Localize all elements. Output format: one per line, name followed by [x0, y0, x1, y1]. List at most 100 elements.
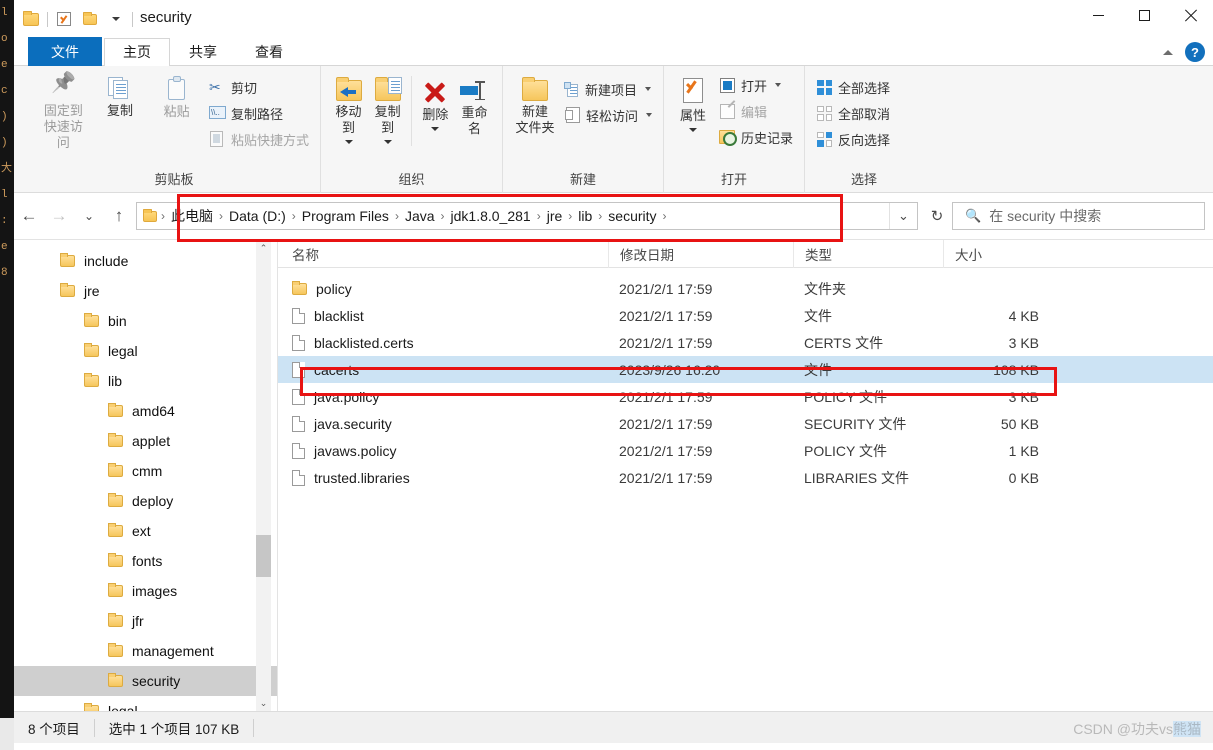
column-header-size[interactable]: 大小 [943, 239, 1053, 268]
breadcrumb-item[interactable]: jdk1.8.0_281 [446, 208, 536, 224]
breadcrumb-separator[interactable]: › [662, 209, 668, 223]
tree-item-images[interactable]: images [14, 576, 277, 606]
new-folder-button[interactable]: 新建 文件夹 [511, 76, 559, 140]
copy-button[interactable]: 复制 [93, 72, 148, 123]
open-button[interactable]: 打开 [716, 74, 796, 96]
minimize-button[interactable] [1075, 0, 1121, 30]
breadcrumb-item[interactable]: Program Files [297, 208, 394, 224]
breadcrumb-item[interactable]: 此电脑 [166, 206, 218, 226]
delete-button[interactable]: 删除 [416, 76, 455, 135]
tree-item-label: legal [108, 343, 138, 359]
tab-view[interactable]: 查看 [236, 38, 302, 66]
table-row[interactable]: javaws.policy 2021/2/1 17:59 POLICY 文件 1 KB [278, 437, 1213, 464]
folder-icon[interactable] [18, 8, 44, 30]
tree-item-jre[interactable]: jre [14, 276, 277, 306]
table-row[interactable]: blacklist 2021/2/1 17:59 文件 4 KB [278, 302, 1213, 329]
history-button[interactable]: 历史记录 [716, 126, 796, 148]
file-type-cell: LIBRARIES 文件 [804, 469, 910, 486]
tree-item-ext[interactable]: ext [14, 516, 277, 546]
breadcrumb-item[interactable]: jre [542, 208, 568, 224]
tree-item-label: applet [132, 433, 171, 449]
tree-item-management[interactable]: management [14, 636, 277, 666]
scroll-down-icon[interactable]: ⌄ [256, 695, 271, 711]
back-button[interactable]: ← [14, 201, 44, 231]
column-header-type[interactable]: 类型 [793, 239, 943, 268]
table-row[interactable]: blacklisted.certs 2021/2/1 17:59 CERTS 文件 3… [278, 329, 1213, 356]
copy-to-button[interactable]: 复制到 [368, 76, 407, 148]
chevron-up-icon[interactable] [1163, 49, 1173, 55]
select-none-button[interactable]: 全部取消 [813, 102, 893, 124]
tab-file[interactable]: 文件 [28, 37, 102, 66]
edit-button[interactable]: 编辑 [716, 100, 796, 122]
tree-item-fonts[interactable]: fonts [14, 546, 277, 576]
file-size-cell: 4 KB [1008, 307, 1039, 324]
breadcrumb-item[interactable]: Data (D:) [224, 208, 291, 224]
button-label: 移动到 [335, 104, 362, 135]
pin-to-quick-access-button[interactable]: 固定到 快速访问 [36, 72, 91, 155]
recent-locations-button[interactable]: ⌄ [74, 201, 104, 231]
file-date-cell: 2021/2/1 17:59 [619, 334, 713, 351]
title-bar: security [14, 0, 1213, 38]
search-input[interactable]: 🔍 在 security 中搜索 [952, 202, 1205, 230]
chevron-down-icon[interactable] [103, 8, 129, 30]
move-to-button[interactable]: 移动到 [329, 76, 368, 148]
tree-item-legal[interactable]: legal [14, 336, 277, 366]
tree-scrollbar[interactable]: ⌃ ⌄ [256, 240, 271, 711]
tree-item-applet[interactable]: applet [14, 426, 277, 456]
file-list-pane: 名称 修改日期 类型 大小 policy 2021/2/1 17:59 文件夹 bla… [278, 239, 1213, 711]
checkbox-icon[interactable] [51, 8, 77, 30]
tree-item-cmm[interactable]: cmm [14, 456, 277, 486]
tree-item-deploy[interactable]: deploy [14, 486, 277, 516]
tree-item-security[interactable]: security [14, 666, 277, 696]
help-button[interactable]: ? [1185, 42, 1205, 62]
ribbon-tabs: 文件 主页 共享 查看 ? [14, 37, 1213, 67]
paste-button[interactable]: 粘贴 [149, 72, 204, 124]
navigation-pane: include jre bin legal lib amd64 applet cmm deplo… [14, 240, 277, 711]
refresh-button[interactable]: ↻ [922, 202, 952, 230]
tree-item-bin[interactable]: bin [14, 306, 277, 336]
ribbon-group-organize: 移动到 复制到 删除 重命名 组织 [321, 66, 503, 193]
breadcrumb-item[interactable]: Java [400, 208, 440, 224]
table-row[interactable]: trusted.libraries 2021/2/1 17:59 LIBRARIES… [278, 464, 1213, 491]
folder-icon[interactable] [77, 8, 103, 30]
rename-button[interactable]: 重命名 [455, 76, 494, 141]
breadcrumb-item[interactable]: security [603, 208, 661, 224]
table-row[interactable]: cacerts 2023/9/26 16:20 文件 108 KB [278, 356, 1213, 383]
tree-item-jfr[interactable]: jfr [14, 606, 277, 636]
cut-button[interactable]: ✂ 剪切 [206, 76, 312, 98]
file-icon [292, 469, 305, 486]
table-row[interactable]: java.policy 2021/2/1 17:59 POLICY 文件 3 KB [278, 383, 1213, 410]
select-all-button[interactable]: 全部选择 [813, 76, 893, 98]
copy-path-button[interactable]: \\.. 复制路径 [206, 102, 312, 124]
easy-access-button[interactable]: 轻松访问 [561, 104, 655, 126]
tree-item-label: legal [108, 703, 138, 711]
tree-item-lib[interactable]: lib [14, 366, 277, 396]
address-dropdown-button[interactable]: ⌄ [889, 203, 917, 229]
tree-item-legal[interactable]: legal [14, 696, 277, 711]
scroll-up-icon[interactable]: ⌃ [256, 240, 271, 257]
new-item-button[interactable]: 新建项目 [561, 78, 655, 100]
up-button[interactable]: ↑ [104, 201, 134, 231]
tab-home[interactable]: 主页 [104, 38, 170, 67]
invert-selection-button[interactable]: 反向选择 [813, 128, 893, 150]
close-button[interactable] [1167, 0, 1213, 30]
scrollbar-thumb[interactable] [256, 535, 271, 577]
tree-item-amd64[interactable]: amd64 [14, 396, 277, 426]
breadcrumb-bar[interactable]: › 此电脑 › Data (D:) › Program Files › Java… [136, 202, 918, 230]
table-row[interactable]: policy 2021/2/1 17:59 文件夹 [278, 275, 1213, 302]
chevron-down-icon [383, 140, 392, 144]
background-window-bottom [0, 718, 14, 750]
properties-button[interactable]: 属性 [672, 74, 714, 136]
ribbon: 固定到 快速访问 复制 粘贴 ✂ [14, 66, 1213, 193]
button-label: 粘贴快捷方式 [230, 132, 309, 148]
breadcrumb-item[interactable]: lib [573, 208, 597, 224]
column-header-name[interactable]: 名称 [278, 240, 608, 268]
history-icon [718, 129, 737, 146]
tree-item-include[interactable]: include [14, 246, 277, 276]
paste-shortcut-button[interactable]: 粘贴快捷方式 [206, 128, 312, 150]
maximize-button[interactable] [1121, 0, 1167, 30]
column-header-date[interactable]: 修改日期 [608, 239, 793, 268]
tab-share[interactable]: 共享 [170, 38, 236, 66]
forward-button[interactable]: → [44, 201, 74, 231]
table-row[interactable]: java.security 2021/2/1 17:59 SECURITY 文件 50… [278, 410, 1213, 437]
